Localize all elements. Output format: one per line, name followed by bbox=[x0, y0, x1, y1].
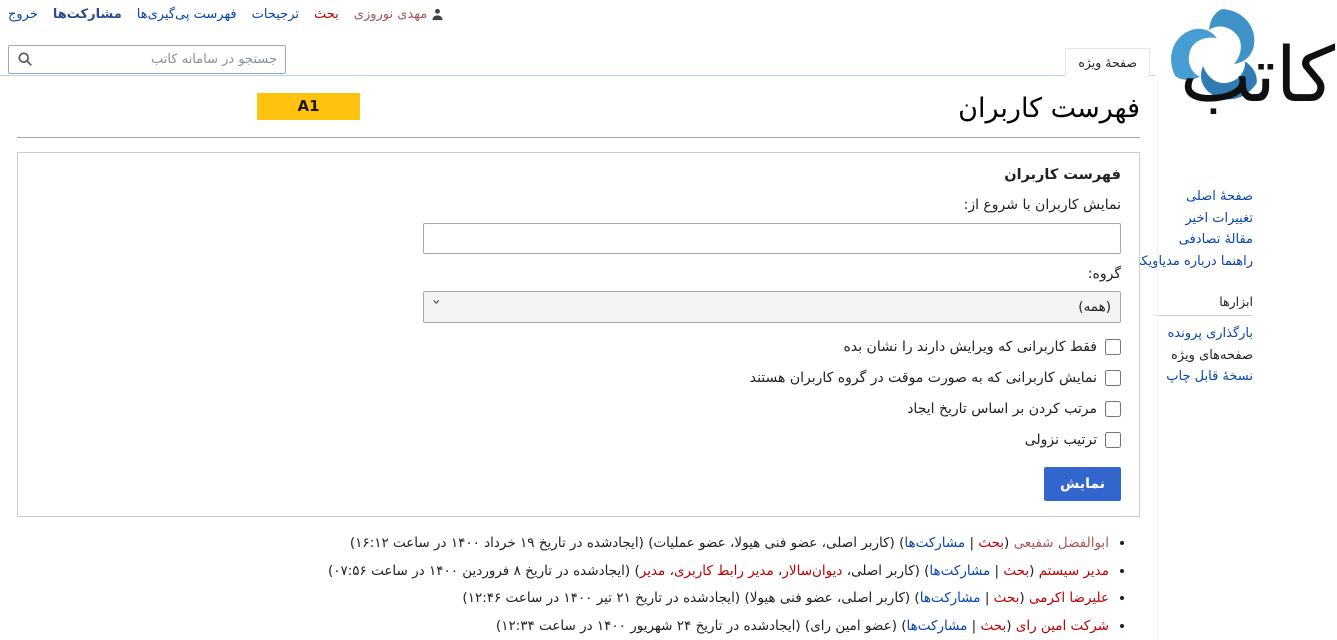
created-date: (ایجادشده در تاریخ ۸ فروردین ۱۴۰۰ در ساع… bbox=[327, 562, 631, 579]
show-button[interactable]: نمایش bbox=[1044, 467, 1121, 501]
group-select[interactable]: (همه) ˅ bbox=[423, 291, 1121, 323]
logo-wordmark: کاتب bbox=[1180, 30, 1336, 119]
checkbox[interactable] bbox=[1105, 401, 1121, 417]
group-name: کاربر اصلی bbox=[826, 535, 890, 551]
tools-divider bbox=[1155, 315, 1253, 316]
form-title: فهرست کاربران bbox=[1004, 167, 1121, 183]
tab-label: صفحهٔ ویژه bbox=[1078, 55, 1137, 70]
group-link[interactable]: دیوان‌سالار bbox=[782, 563, 842, 579]
personal-link[interactable]: خروج bbox=[8, 7, 38, 22]
user-list-item: ابوالفضل شفیعی (بحث | مشارکت‌ها) (کاربر … bbox=[0, 533, 1109, 553]
group-name: عضو فنی هیولا bbox=[734, 535, 818, 551]
group-label: گروه: bbox=[1087, 266, 1121, 282]
group-name: عضو امین رای bbox=[810, 617, 892, 634]
contribs-link[interactable]: مشارکت‌ها bbox=[929, 563, 990, 579]
created-date: (ایجادشده در تاریخ ۲۱ تیر ۱۴۰۰ در ساعت ۱… bbox=[462, 590, 741, 606]
start-user-input[interactable] bbox=[423, 223, 1121, 254]
search-box bbox=[8, 45, 286, 74]
contribs-link[interactable]: مشارکت‌ها bbox=[907, 618, 968, 634]
tab-special-page[interactable]: صفحهٔ ویژه bbox=[1065, 48, 1150, 76]
title-rule bbox=[17, 137, 1140, 138]
checkbox[interactable] bbox=[1105, 339, 1121, 355]
talk-link[interactable]: بحث bbox=[994, 590, 1020, 606]
checkbox-row[interactable]: مرتب کردن بر اساس تاریخ ایجاد bbox=[36, 398, 1121, 420]
group-name: کاربر اصلی bbox=[841, 590, 905, 606]
site-logo[interactable]: کاتب bbox=[1150, 0, 1337, 162]
user-list-form: فهرست کاربران نمایش کاربران با شروع از: … bbox=[17, 152, 1140, 517]
page-title: فهرست کاربران bbox=[958, 93, 1140, 124]
person-icon bbox=[431, 8, 444, 21]
checkbox-label: نمایش کاربرانی که به صورت موقت در گروه ک… bbox=[749, 370, 1097, 386]
checkbox[interactable] bbox=[1105, 432, 1121, 448]
username: مهدی نوروزی bbox=[353, 7, 428, 22]
checkbox-area: فقط کاربرانی که ویرایش دارند را نشان بده… bbox=[36, 336, 1121, 451]
talk-link[interactable]: بحث bbox=[978, 535, 1004, 551]
personal-link[interactable]: مشارکت‌ها bbox=[53, 7, 122, 22]
start-label: نمایش کاربران با شروع از: bbox=[963, 197, 1121, 213]
content-sidebar-divider bbox=[1157, 76, 1158, 640]
personal-toolbar: مهدی نوروزی بحث ترجیحات فهرست پی‌گیری‌ها مش… bbox=[8, 7, 444, 22]
user-list: ابوالفضل شفیعی (بحث | مشارکت‌ها) (کاربر … bbox=[0, 533, 1109, 640]
user-list-item: علیرضا اکرمی (بحث | مشارکت‌ها) (کاربر اص… bbox=[0, 588, 1109, 608]
personal-link[interactable]: ترجیحات bbox=[252, 7, 299, 22]
checkbox-label: مرتب کردن بر اساس تاریخ ایجاد bbox=[907, 401, 1097, 417]
personal-link[interactable]: بحث bbox=[314, 7, 339, 22]
user-list-item: مدیر سیستم (بحث | مشارکت‌ها) (کاربر اصلی… bbox=[0, 561, 1109, 581]
group-select-value: (همه) bbox=[1078, 299, 1111, 315]
checkbox-label: فقط کاربرانی که ویرایش دارند را نشان بده bbox=[843, 339, 1097, 355]
created-date: (ایجادشده در تاریخ ۲۴ شهریور ۱۴۰۰ در ساع… bbox=[495, 617, 801, 634]
personal-link[interactable]: فهرست پی‌گیری‌ها bbox=[137, 7, 237, 22]
talk-link[interactable]: بحث bbox=[981, 618, 1007, 634]
user-link[interactable]: علیرضا اکرمی bbox=[1029, 590, 1109, 606]
group-name: کاربر اصلی bbox=[851, 562, 915, 579]
group-link[interactable]: مدیر bbox=[640, 563, 666, 579]
checkbox-row[interactable]: نمایش کاربرانی که به صورت موقت در گروه ک… bbox=[36, 367, 1121, 389]
group-link[interactable]: مدیر رابط کاربری bbox=[674, 563, 774, 579]
personal-links: بحث ترجیحات فهرست پی‌گیری‌ها مشارکت‌ها خروج bbox=[8, 7, 339, 22]
user-link[interactable]: ابوالفضل شفیعی bbox=[1014, 535, 1109, 551]
talk-link[interactable]: بحث bbox=[1003, 563, 1029, 579]
created-date: (ایجادشده در تاریخ ۱۹ خرداد ۱۴۰۰ در ساعت… bbox=[349, 535, 644, 551]
user-page-link[interactable]: مهدی نوروزی bbox=[354, 7, 444, 22]
user-link[interactable]: مدیر سیستم bbox=[1039, 563, 1109, 579]
user-list-item: شرکت امین رای (بحث | مشارکت‌ها) (عضو امی… bbox=[0, 616, 1109, 636]
search-input[interactable] bbox=[8, 45, 286, 74]
checkbox-label: ترتیب نزولی bbox=[1024, 432, 1097, 448]
chevron-down-icon: ˅ bbox=[431, 299, 442, 315]
user-link[interactable]: شرکت امین رای bbox=[1016, 618, 1109, 634]
grid-badge: A1 bbox=[257, 93, 360, 120]
group-name: عضو عملیات bbox=[653, 535, 726, 551]
checkbox-row[interactable]: فقط کاربرانی که ویرایش دارند را نشان بده bbox=[36, 336, 1121, 358]
content-area: فهرست کاربران A1 فهرست کاربران نمایش کار… bbox=[0, 76, 1157, 640]
group-name: عضو فنی هیولا bbox=[749, 590, 833, 606]
checkbox[interactable] bbox=[1105, 370, 1121, 386]
contribs-link[interactable]: مشارکت‌ها bbox=[920, 590, 981, 606]
contribs-link[interactable]: مشارکت‌ها bbox=[904, 535, 965, 551]
checkbox-row[interactable]: ترتیب نزولی bbox=[36, 429, 1121, 451]
search-icon[interactable] bbox=[17, 51, 33, 71]
